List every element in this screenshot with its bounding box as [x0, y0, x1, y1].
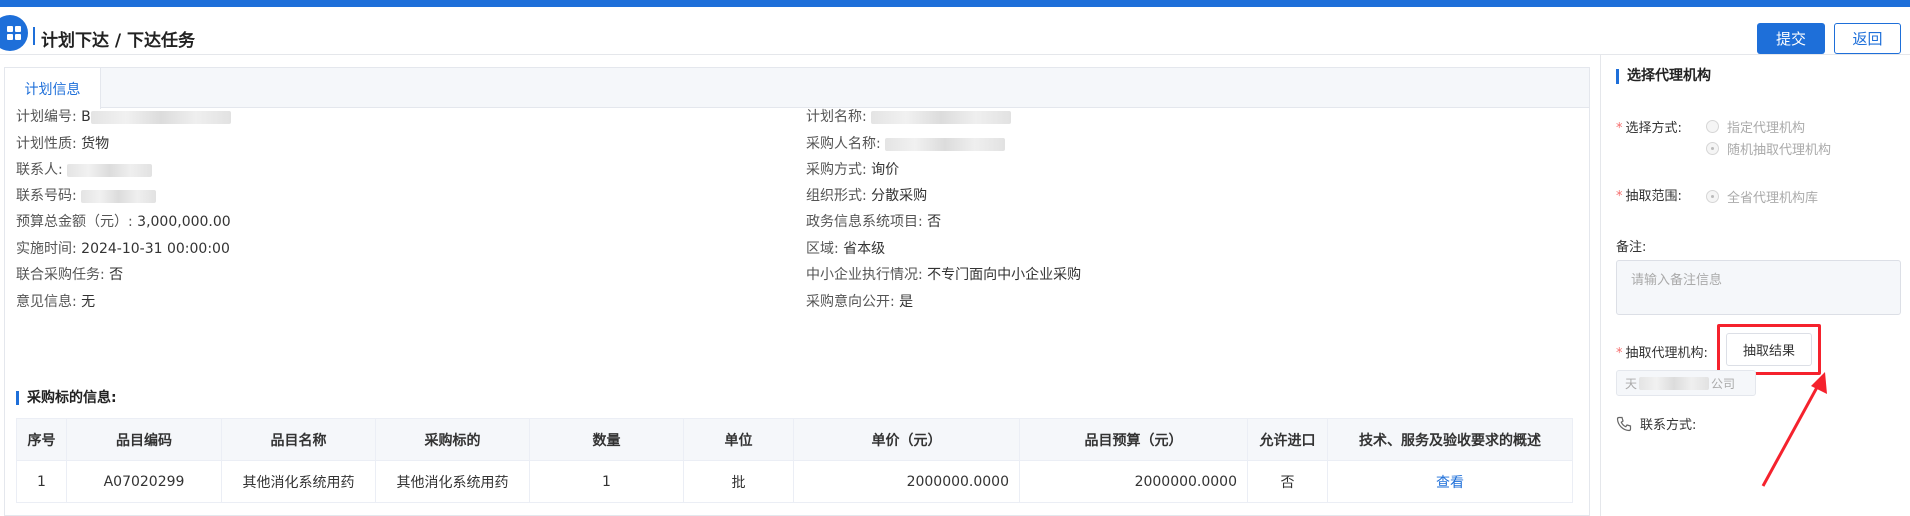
highlight-box [1717, 324, 1821, 375]
cell: 2000000.0000 [793, 460, 1020, 503]
field-joint-procurement: 联合采购任务: 否 [16, 267, 124, 283]
apps-grid-icon[interactable] [0, 15, 28, 51]
radio-checked-icon [1706, 142, 1719, 155]
cell: 2000000.0000 [1019, 460, 1248, 503]
breadcrumb: 计划下达 / 下达任务 [41, 31, 196, 51]
remark-textarea[interactable]: 请输入备注信息 [1616, 260, 1901, 315]
back-button[interactable]: 返回 [1834, 23, 1901, 54]
field-gov-info-system: 政务信息系统项目: 否 [806, 214, 942, 230]
remark-label: 备注: [1616, 240, 1647, 255]
field-contact-phone: 联系号码: [16, 185, 157, 205]
col-header: 单位 [683, 418, 794, 461]
field-organization-form: 组织形式: 分散采购 [806, 188, 928, 204]
field-plan-name: 计划名称: [806, 106, 1012, 126]
submit-button[interactable]: 提交 [1757, 23, 1825, 54]
field-plan-number: 计划编号: B [16, 106, 231, 126]
field-intent-public: 采购意向公开: 是 [806, 294, 914, 310]
redacted-value [81, 189, 157, 203]
col-header: 单价（元） [793, 418, 1020, 461]
col-header: 序号 [16, 418, 67, 461]
col-header: 品目编码 [66, 418, 222, 461]
field-contact-person: 联系人: [16, 159, 153, 179]
col-header: 技术、服务及验收要求的概述 [1327, 418, 1573, 461]
table-row: 1 A07020299 其他消化系统用药 其他消化系统用药 1 批 200000… [16, 460, 1573, 503]
arrow-head [1811, 372, 1827, 394]
items-table: 序号 品目编码 品目名称 采购标的 数量 单位 单价（元） 品目预算（元） 允许… [16, 418, 1573, 503]
cell: 1 [16, 460, 67, 503]
cell: 其他消化系统用药 [221, 460, 376, 503]
redacted-value [90, 110, 231, 124]
section-title-items: 采购标的信息: [16, 391, 117, 405]
radio-icon [1706, 120, 1719, 133]
field-implementation-time: 实施时间: 2024-10-31 00:00:00 [16, 241, 230, 257]
radio-random-agency[interactable]: 随机抽取代理机构 [1706, 139, 1831, 158]
radio-assign-agency[interactable]: 指定代理机构 [1706, 117, 1805, 136]
cell: 1 [529, 460, 684, 503]
col-header: 品目名称 [221, 418, 376, 461]
agency-label: * 抽取代理机构: [1616, 346, 1708, 361]
field-procurement-method: 采购方式: 询价 [806, 162, 900, 178]
col-header: 品目预算（元） [1019, 418, 1248, 461]
cell: 否 [1247, 460, 1328, 503]
cell: A07020299 [66, 460, 222, 503]
arrow-shaft [1761, 379, 1823, 487]
col-header: 数量 [529, 418, 684, 461]
top-accent-bar [0, 0, 1910, 7]
tab-bar: 计划信息 [5, 68, 1589, 109]
agency-selection-panel: 选择代理机构 * 选择方式: 指定代理机构 随机抽取代理机构 * 抽取范围: 全省代… [1600, 55, 1910, 516]
cell: 查看 [1327, 460, 1573, 503]
col-header: 允许进口 [1247, 418, 1328, 461]
col-header: 采购标的 [375, 418, 530, 461]
redacted-value [871, 110, 1012, 124]
radio-checked-icon [1706, 190, 1719, 203]
tab-plan-info[interactable]: 计划信息 [5, 68, 101, 109]
table-header-row: 序号 品目编码 品目名称 采购标的 数量 单位 单价（元） 品目预算（元） 允许… [16, 418, 1573, 461]
contact-row: 联系方式: [1616, 414, 1696, 433]
agency-result-field: 天 公司 [1616, 370, 1756, 396]
redacted-value [67, 163, 153, 177]
red-arrow-annotation [1761, 372, 1827, 487]
radio-scope-province[interactable]: 全省代理机构库 [1706, 187, 1818, 206]
sidebar-title: 选择代理机构 [1616, 69, 1711, 84]
page-header: 计划下达 / 下达任务 提交 返回 [0, 7, 1910, 55]
field-sme-status: 中小企业执行情况: 不专门面向中小企业采购 [806, 267, 1082, 283]
view-link[interactable]: 查看 [1436, 475, 1464, 491]
field-plan-nature: 计划性质: 货物 [16, 136, 110, 152]
field-purchaser-name: 采购人名称: [806, 133, 1006, 153]
field-region: 区域: 省本级 [806, 241, 886, 257]
cell: 其他消化系统用药 [375, 460, 530, 503]
cell: 批 [683, 460, 794, 503]
scope-label: * 抽取范围: [1616, 189, 1682, 204]
redacted-value [1639, 376, 1710, 390]
field-budget-total: 预算总金额（元）: 3,000,000.00 [16, 214, 231, 230]
select-method-label: * 选择方式: [1616, 121, 1682, 136]
title-accent [33, 27, 35, 45]
redacted-value [885, 137, 1006, 151]
field-opinion: 意见信息: 无 [16, 294, 96, 310]
phone-icon [1616, 416, 1632, 431]
